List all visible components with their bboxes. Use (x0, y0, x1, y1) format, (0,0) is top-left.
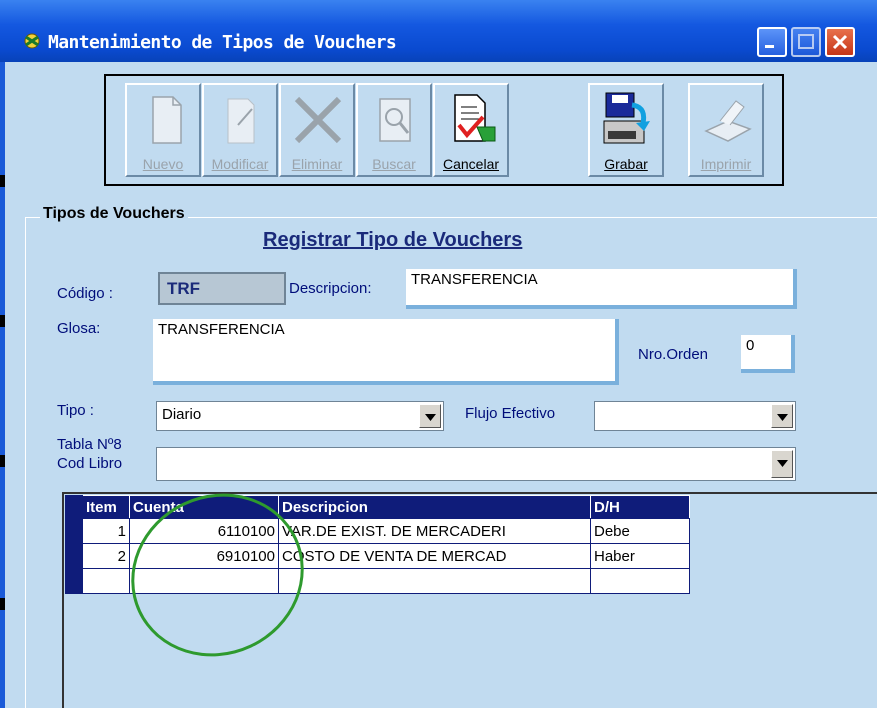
row-selector[interactable] (65, 568, 83, 594)
row-selector-header (65, 495, 83, 519)
printer-icon (704, 100, 752, 142)
app-icon (24, 33, 40, 49)
glosa-field[interactable]: TRANSFERENCIA (153, 319, 619, 385)
descripcion-field[interactable]: TRANSFERENCIA (406, 269, 797, 309)
nuevo-button[interactable]: Nuevo (125, 83, 201, 177)
cell-dh[interactable] (590, 568, 690, 594)
eliminar-button[interactable]: Eliminar (279, 83, 355, 177)
edit-icon (227, 98, 255, 144)
tabla-label: Tabla Nº8 (57, 436, 122, 453)
cell-descripcion[interactable] (278, 568, 591, 594)
modificar-label: Modificar (211, 156, 269, 172)
codigo-field[interactable]: TRF (158, 272, 286, 305)
flujo-label: Flujo Efectivo (465, 405, 556, 422)
page-icon (152, 96, 182, 144)
imprimir-button[interactable]: Imprimir (688, 83, 764, 177)
modificar-button[interactable]: Modificar (202, 83, 278, 177)
cell-item[interactable]: 1 (82, 518, 130, 544)
cancelar-button[interactable]: Cancelar (433, 83, 509, 177)
cell-item[interactable] (82, 568, 130, 594)
save-disk-icon (603, 92, 650, 144)
chevron-down-icon (425, 414, 436, 421)
search-doc-icon (379, 98, 411, 142)
cell-item[interactable]: 2 (82, 543, 130, 569)
flujo-select[interactable] (594, 401, 796, 431)
minimize-icon (765, 45, 774, 48)
tipo-label: Tipo : (57, 402, 94, 419)
cod-libro-label: Cod Libro (57, 455, 123, 472)
chevron-down-icon (777, 460, 788, 467)
title-bar[interactable]: Mantenimiento de Tipos de Vouchers (0, 0, 877, 62)
grabar-button[interactable]: Grabar (588, 83, 664, 177)
codigo-label: Código : (57, 285, 113, 302)
buscar-button[interactable]: Buscar (356, 83, 432, 177)
eliminar-label: Eliminar (291, 156, 343, 172)
col-descripcion[interactable]: Descripcion (278, 495, 591, 519)
imprimir-label: Imprimir (700, 156, 752, 172)
cell-dh[interactable]: Haber (590, 543, 690, 569)
col-item[interactable]: Item (82, 495, 130, 519)
chevron-down-icon (777, 414, 788, 421)
grid-header-row: Item Cuenta Descripcion D/H (65, 495, 690, 519)
cod-libro-select[interactable] (156, 447, 796, 481)
nuevo-label: Nuevo (142, 156, 184, 172)
glosa-label: Glosa: (57, 320, 101, 337)
x-icon (294, 96, 342, 144)
close-icon (832, 34, 848, 50)
window-title: Mantenimiento de Tipos de Vouchers (48, 32, 397, 53)
minimize-button[interactable] (757, 27, 787, 57)
flujo-dropdown-button[interactable] (771, 404, 793, 428)
window: Mantenimiento de Tipos de Vouchers Nuevo (0, 0, 877, 718)
close-button[interactable] (825, 27, 855, 57)
cancel-doc-icon (454, 94, 496, 142)
toolbar: Nuevo Modificar Eliminar Buscar Cancelar… (104, 74, 784, 186)
cod-libro-dropdown-button[interactable] (771, 450, 793, 478)
cancelar-label: Cancelar (442, 156, 500, 172)
cell-descripcion[interactable]: COSTO DE VENTA DE MERCAD (278, 543, 591, 569)
nro-orden-label: Nro.Orden (638, 346, 709, 363)
form-heading: Registrar Tipo de Vouchers (263, 229, 523, 251)
col-dh[interactable]: D/H (590, 495, 690, 519)
cell-dh[interactable]: Debe (590, 518, 690, 544)
maximize-icon (798, 34, 814, 49)
cell-descripcion[interactable]: VAR.DE EXIST. DE MERCADERI (278, 518, 591, 544)
descripcion-label: Descripcion: (289, 280, 372, 297)
nro-orden-field[interactable]: 0 (741, 335, 795, 373)
buscar-label: Buscar (372, 156, 416, 172)
tipo-value: Diario (162, 406, 202, 423)
row-selector[interactable] (65, 543, 83, 569)
grabar-label: Grabar (604, 156, 648, 172)
maximize-button[interactable] (791, 27, 821, 57)
tipo-select[interactable]: Diario (156, 401, 444, 431)
group-legend: Tipos de Vouchers (40, 205, 188, 223)
tipo-dropdown-button[interactable] (419, 404, 441, 428)
row-selector[interactable] (65, 518, 83, 544)
